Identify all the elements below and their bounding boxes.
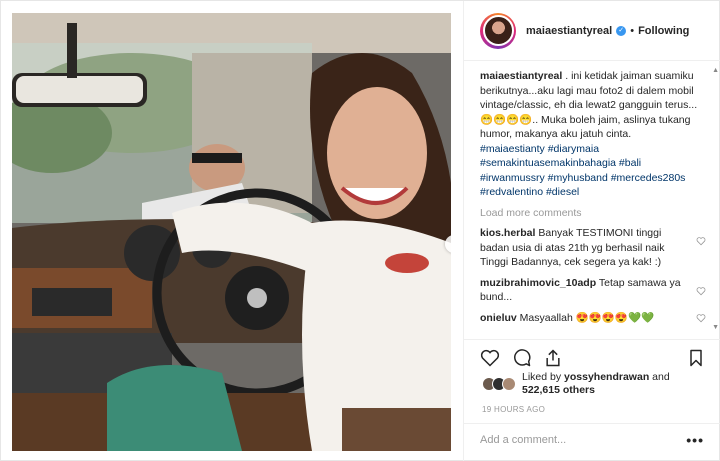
heart-icon[interactable]: [480, 348, 500, 368]
hashtags-line[interactable]: #irwanmussry #myhusband #mercedes280s: [480, 172, 685, 184]
add-comment-input[interactable]: [480, 434, 670, 446]
caption: maiaestiantyreal . ini ketidak jaiman su…: [480, 69, 708, 200]
post-timestamp[interactable]: 19 HOURS AGO: [482, 405, 545, 414]
bookmark-icon[interactable]: [686, 348, 706, 368]
comment-username[interactable]: muzibrahimovic_10adp: [480, 277, 596, 289]
more-options-icon[interactable]: •••: [686, 432, 704, 448]
avatar-image: [482, 15, 514, 46]
photo-illustration: [12, 13, 451, 451]
hashtags-line[interactable]: #redvalentino #diesel: [480, 186, 579, 198]
caption-username[interactable]: maiaestiantyreal: [480, 70, 562, 82]
liker-avatars[interactable]: [482, 377, 516, 391]
comments-list[interactable]: maiaestiantyreal . ini ketidak jaiman su…: [480, 69, 708, 339]
following-button[interactable]: Following: [638, 25, 689, 37]
verified-badge-icon: ✓: [616, 25, 627, 36]
comment: onieluv Masyaallah 😍😍😍😍💚💚: [480, 311, 708, 326]
comment-icon[interactable]: [512, 348, 532, 368]
likes-count[interactable]: 522,615 others: [522, 384, 595, 396]
heart-icon[interactable]: [696, 236, 706, 246]
avatar[interactable]: [480, 12, 516, 49]
scroll-up-icon[interactable]: ▲: [712, 67, 719, 74]
post-sidebar: maiaestiantyreal ✓ • Following maiaestia…: [463, 1, 720, 461]
liked-by-prefix: Liked by: [522, 371, 565, 383]
comment-username[interactable]: onieluv: [480, 312, 517, 324]
scroll-down-icon[interactable]: ▼: [712, 324, 719, 331]
add-comment-bar: •••: [464, 423, 720, 461]
hashtags-line[interactable]: #semakintuasemakinbahagia #bali: [480, 157, 641, 169]
heart-icon[interactable]: [696, 313, 706, 323]
likes-summary: Liked by yossyhendrawan and 522,615 othe…: [482, 371, 712, 397]
comment: kios.herbal Banyak TESTIMONI tinggi bada…: [480, 226, 708, 270]
post-photo[interactable]: ›: [12, 13, 451, 451]
post-header: maiaestiantyreal ✓ • Following: [464, 1, 720, 61]
comment-text: Masyaallah 😍😍😍😍💚💚: [516, 311, 655, 324]
comment-username[interactable]: kios.herbal: [480, 227, 535, 239]
likes-text: Liked by yossyhendrawan and 522,615 othe…: [522, 371, 670, 397]
share-icon[interactable]: [543, 348, 563, 368]
hashtags-line[interactable]: #maiaestianty #diarymaia: [480, 143, 599, 155]
comment: muzibrahimovic_10adp Tetap samawa ya bun…: [480, 276, 708, 305]
liked-by-user[interactable]: yossyhendrawan: [564, 371, 649, 383]
avatar: [502, 377, 516, 391]
liked-and: and: [649, 371, 670, 383]
load-more-comments[interactable]: Load more comments: [480, 206, 708, 221]
header-username[interactable]: maiaestiantyreal: [526, 25, 612, 37]
heart-icon[interactable]: [696, 286, 706, 296]
action-bar: [464, 339, 720, 373]
instagram-post-window: › maiaestiantyreal ✓ • Following maiaest…: [0, 0, 720, 461]
separator-dot: •: [630, 24, 635, 37]
